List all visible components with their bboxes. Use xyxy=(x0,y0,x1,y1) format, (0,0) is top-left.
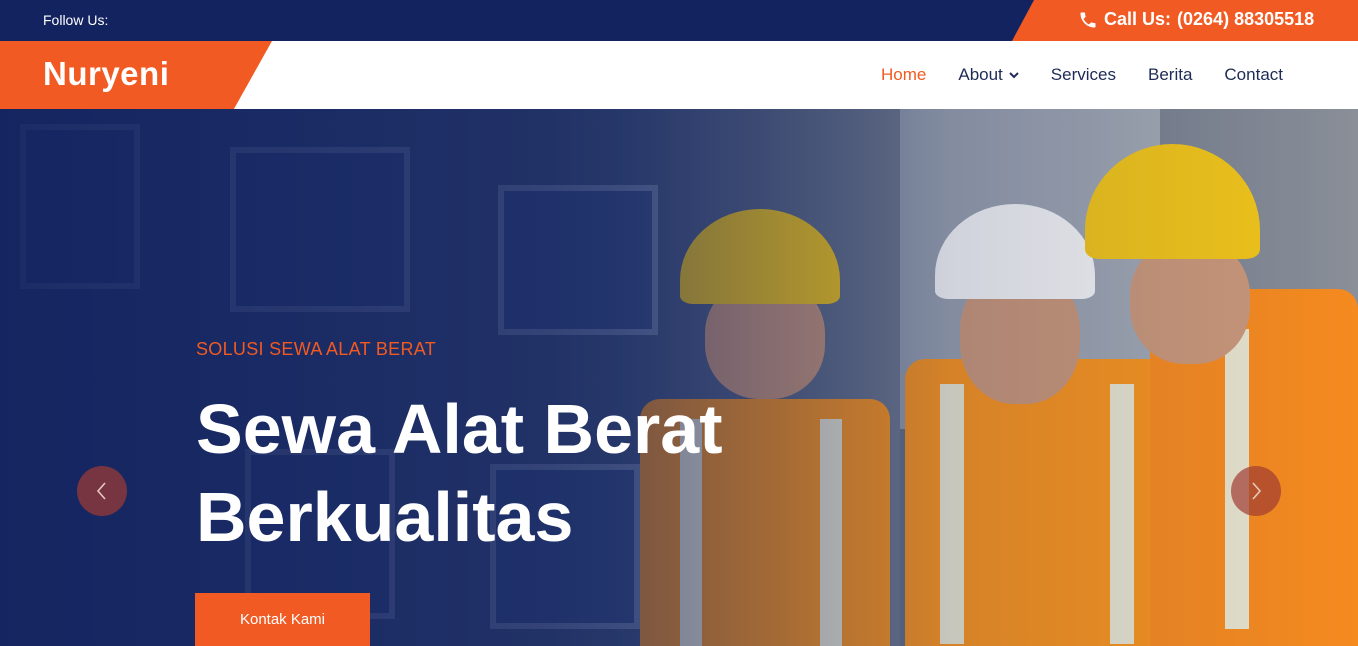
call-us-box[interactable]: Call Us: (0264) 88305518 xyxy=(1012,0,1358,41)
hero-subtitle: SOLUSI SEWA ALAT BERAT xyxy=(196,339,437,359)
main-navbar: Nuryeni Home About Services Berita Conta… xyxy=(0,41,1358,109)
phone-icon xyxy=(1078,10,1098,30)
nav-services[interactable]: Services xyxy=(1051,65,1116,85)
nav-berita-label: Berita xyxy=(1147,65,1193,84)
phone-number[interactable]: (0264) 88305518 xyxy=(1177,9,1314,30)
chevron-right-icon xyxy=(1252,482,1262,500)
slider-next-button[interactable] xyxy=(1231,466,1281,516)
nav-home-label: Home xyxy=(881,65,927,84)
nav-contact-label: Contact xyxy=(1224,65,1283,84)
call-us-label: Call Us: xyxy=(1104,9,1172,29)
main-menu: Home About Services Berita Contact xyxy=(881,65,1283,85)
hero-overlay xyxy=(0,109,1358,646)
slider-prev-button[interactable] xyxy=(77,466,127,516)
top-bar: Follow Us: Call Us: (0264) 88305518 xyxy=(0,0,1358,41)
brand-name[interactable]: Nuryeni xyxy=(43,55,169,93)
hero-slider: SOLUSI SEWA ALAT BERAT Sewa Alat Berat B… xyxy=(0,109,1358,646)
nav-contact[interactable]: Contact xyxy=(1224,65,1283,85)
nav-about-label: About xyxy=(958,65,1003,84)
contact-us-button[interactable]: Kontak Kami xyxy=(195,593,370,646)
nav-services-label: Services xyxy=(1050,65,1116,84)
chevron-down-icon xyxy=(1009,70,1019,80)
nav-berita[interactable]: Berita xyxy=(1148,65,1192,85)
chevron-left-icon xyxy=(96,482,106,500)
follow-us-label: Follow Us: xyxy=(43,12,109,28)
brand-logo[interactable]: Nuryeni xyxy=(0,41,272,109)
nav-about[interactable]: About xyxy=(958,65,1019,85)
nav-home[interactable]: Home xyxy=(881,65,926,85)
hero-title: Sewa Alat Berat Berkualitas xyxy=(196,390,723,556)
